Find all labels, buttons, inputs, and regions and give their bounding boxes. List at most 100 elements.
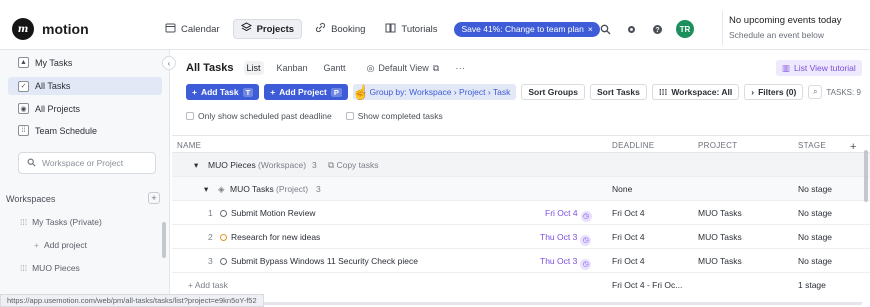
horizontal-scrollbar[interactable]	[172, 302, 862, 305]
avatar[interactable]: TR	[676, 20, 694, 38]
book-icon	[385, 22, 396, 36]
sidebar-scrollbar[interactable]	[162, 222, 166, 258]
nav-calendar[interactable]: Calendar	[158, 19, 227, 39]
user-icon: ▲	[18, 57, 29, 68]
plus-icon: +	[192, 87, 197, 97]
tasks-count: ⌕ TASKS: 9	[808, 85, 861, 99]
group-count: 3	[312, 160, 317, 170]
column-name[interactable]: NAME	[177, 141, 201, 150]
column-stage[interactable]: STAGE	[798, 141, 826, 150]
column-project[interactable]: PROJECT	[698, 141, 737, 150]
chevron-down-icon[interactable]: ▾	[204, 184, 208, 195]
nav-booking[interactable]: Booking	[308, 19, 372, 39]
copy-tasks-button[interactable]: ⧉ Copy tasks	[328, 160, 379, 171]
nav-booking-label: Booking	[331, 23, 366, 35]
task-stage[interactable]: No stage	[798, 232, 832, 242]
workspace-search-input[interactable]: Workspace or Project	[18, 152, 156, 174]
task-stage[interactable]: No stage	[798, 208, 832, 218]
nav-projects[interactable]: Projects	[232, 19, 303, 39]
tab-kanban[interactable]: Kanban	[274, 61, 311, 75]
task-deadline[interactable]: Fri Oct 4	[612, 256, 645, 266]
add-project-shortcut: P	[330, 87, 342, 97]
search-icon[interactable]	[598, 22, 613, 37]
task-name-text: Submit Motion Review	[231, 208, 316, 218]
past-deadline-checkbox[interactable]: Only show scheduled past deadline	[186, 111, 332, 121]
sidebar-item-my-tasks[interactable]: ▲ My Tasks	[18, 57, 72, 68]
group-row-workspace[interactable]: ▾ MUO Pieces (Workspace) 3 ⧉ Copy tasks	[172, 153, 870, 177]
main-panel: All Tasks List Kanban Gantt ◎ Default Vi…	[172, 50, 870, 307]
top-bar: m motion Calendar Projects Booking Tutor…	[0, 0, 870, 50]
sidebar-item-team-schedule[interactable]: ⁞⁞ Team Schedule	[18, 125, 97, 136]
workspace-filter-button[interactable]: ⁞⁞⁞ Workspace: All	[651, 84, 740, 100]
close-icon[interactable]: ×	[588, 24, 593, 34]
status-circle-icon[interactable]	[220, 234, 227, 241]
task-due[interactable]: Thu Oct 3 ◷	[540, 256, 592, 270]
add-project-button[interactable]: + Add project	[34, 240, 87, 250]
promo-banner[interactable]: Save 41%: Change to team plan ×	[454, 21, 600, 37]
add-workspace-button[interactable]: +	[148, 192, 160, 204]
filters-button[interactable]: › Filters (0)	[744, 84, 804, 100]
gear-icon[interactable]	[624, 22, 639, 37]
task-project[interactable]: MUO Tasks	[698, 232, 742, 242]
task-name[interactable]: Research for new ideas	[220, 232, 320, 242]
task-due[interactable]: Fri Oct 4 ◷	[545, 208, 592, 222]
status-circle-icon[interactable]	[220, 210, 227, 217]
link-icon	[315, 22, 326, 36]
upcoming-events[interactable]: No upcoming events today Schedule an eve…	[722, 11, 870, 45]
add-task-label: Add Task	[200, 87, 239, 97]
workspace-item-my-tasks-private[interactable]: ⁞⁞⁞ My Tasks (Private)	[20, 217, 102, 227]
sort-tasks-button[interactable]: Sort Tasks	[589, 84, 647, 100]
workspace-filter-label: Workspace: All	[671, 87, 733, 97]
task-project[interactable]: MUO Tasks	[698, 256, 742, 266]
project-count: 3	[316, 184, 321, 194]
group-row-project[interactable]: ▾ ◈ MUO Tasks (Project) 3 None No stage	[172, 177, 870, 201]
add-column-button[interactable]: +	[850, 141, 857, 153]
table-scrollbar[interactable]	[864, 150, 868, 202]
table-row[interactable]: 3 Submit Bypass Windows 11 Security Chec…	[172, 249, 870, 273]
app-logo[interactable]: m motion	[12, 18, 89, 40]
copy-tasks-label: Copy tasks	[336, 160, 379, 170]
status-circle-icon[interactable]	[220, 258, 227, 265]
table-header: NAME DEADLINE PROJECT STAGE +	[172, 135, 870, 153]
task-due-text: Fri Oct 4	[545, 208, 578, 218]
column-deadline[interactable]: DEADLINE	[612, 141, 654, 150]
task-name[interactable]: Submit Motion Review	[220, 208, 316, 218]
task-stage[interactable]: No stage	[798, 256, 832, 266]
task-name[interactable]: Submit Bypass Windows 11 Security Check …	[220, 256, 418, 266]
group-name: MUO Pieces	[208, 160, 256, 170]
add-task-row-button[interactable]: + Add task	[188, 280, 228, 290]
add-project-button[interactable]: + Add Project P	[264, 84, 348, 100]
add-task-button[interactable]: + Add Task T	[186, 84, 260, 100]
completed-tasks-checkbox[interactable]: Show completed tasks	[345, 111, 443, 121]
project-type: (Project)	[276, 184, 309, 194]
default-view-selector[interactable]: ◎ Default View ⧉	[367, 63, 440, 74]
group-by-button[interactable]: ◈ Group by: Workspace › Project › Task	[352, 84, 517, 100]
task-project[interactable]: MUO Tasks	[698, 208, 742, 218]
checkbox-box[interactable]	[345, 112, 354, 120]
help-icon[interactable]: ?	[650, 22, 665, 37]
projects-icon: ◈	[218, 184, 225, 194]
nav-tutorials[interactable]: Tutorials	[378, 19, 444, 39]
sidebar-item-all-tasks[interactable]: ✓ All Tasks	[8, 77, 162, 95]
tasks-count-label: TASKS: 9	[826, 87, 861, 97]
sort-groups-button[interactable]: Sort Groups	[521, 84, 585, 100]
task-due[interactable]: Thu Oct 3 ◷	[540, 232, 592, 246]
sidebar-item-all-projects[interactable]: ◉ All Projects	[18, 103, 80, 114]
table-row[interactable]: 1 Submit Motion Review Fri Oct 4 ◷ Fri Oc…	[172, 201, 870, 225]
checkbox-box[interactable]	[186, 112, 194, 120]
task-deadline[interactable]: Fri Oct 4	[612, 232, 645, 242]
mouse-cursor-icon: ☝	[352, 84, 370, 100]
promo-label: Save 41%: Change to team plan	[461, 24, 584, 34]
more-options-icon[interactable]: ···	[455, 63, 465, 74]
workspace-item-muo-pieces[interactable]: ⁞⁞⁞ MUO Pieces	[20, 263, 80, 273]
grid-icon: ⁞⁞⁞	[20, 263, 28, 273]
list-view-tutorial-button[interactable]: ▥ List View tutorial	[776, 60, 862, 76]
search-icon[interactable]: ⌕	[808, 85, 823, 99]
add-project-label: Add project	[43, 240, 87, 250]
task-deadline[interactable]: Fri Oct 4	[612, 208, 645, 218]
tab-list[interactable]: List	[243, 61, 264, 75]
chevron-down-icon[interactable]: ▾	[194, 160, 198, 171]
table-row[interactable]: 2 Research for new ideas Thu Oct 3 ◷ Fri …	[172, 225, 870, 249]
tab-gantt[interactable]: Gantt	[321, 61, 349, 75]
project-deadline: None	[612, 184, 633, 194]
